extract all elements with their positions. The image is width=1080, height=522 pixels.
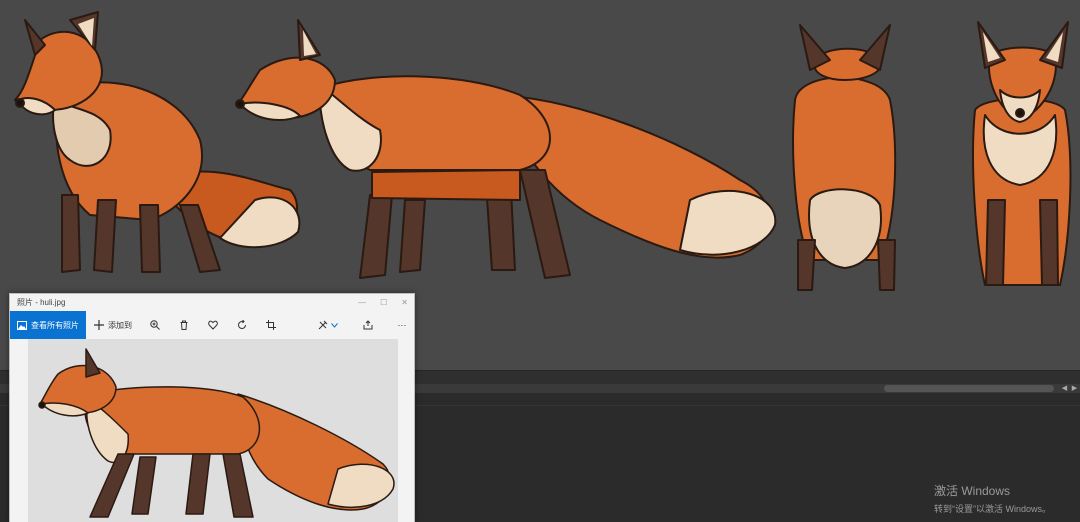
screen: ◀ ▶ 照片 - huli.jpg — ☐ ✕ 查看所有照片 添加到 ··· 激… <box>0 0 1080 522</box>
fox-back <box>792 24 897 291</box>
share-icon <box>363 320 373 330</box>
see-all-photos-button[interactable]: 查看所有照片 <box>10 311 86 339</box>
scroll-left-icon[interactable]: ◀ <box>1060 384 1069 393</box>
window-controls: — ☐ ✕ <box>358 294 408 311</box>
share-button[interactable] <box>360 311 376 339</box>
fox-three-quarter <box>14 11 301 273</box>
heart-icon <box>208 320 218 330</box>
maximize-button[interactable]: ☐ <box>380 298 387 307</box>
watermark-subtitle: 转到“设置”以激活 Windows。 <box>934 504 1052 514</box>
rotate-button[interactable] <box>234 311 250 339</box>
photos-window: 照片 - huli.jpg — ☐ ✕ 查看所有照片 添加到 ··· <box>9 293 415 522</box>
favorite-button[interactable] <box>205 311 221 339</box>
close-button[interactable]: ✕ <box>401 298 408 307</box>
photos-toolbar: 查看所有照片 添加到 ··· <box>10 311 414 339</box>
horizontal-scrollbar[interactable] <box>884 385 1054 392</box>
add-to-button[interactable]: 添加到 <box>94 320 132 331</box>
add-to-label: 添加到 <box>108 320 132 330</box>
plus-icon <box>94 320 104 330</box>
fox-side <box>235 19 777 279</box>
more-button[interactable]: ··· <box>394 311 410 339</box>
crop-icon <box>266 320 276 330</box>
activate-windows-watermark: 激活 Windows 转到“设置”以激活 Windows。 <box>934 482 1051 515</box>
chevron-down-icon <box>331 322 338 328</box>
zoom-in-icon <box>150 320 160 330</box>
crop-button[interactable] <box>263 311 279 339</box>
edit-icon <box>318 320 328 330</box>
image-icon <box>17 320 27 330</box>
fox-photo <box>38 348 395 518</box>
more-icon: ··· <box>397 320 407 330</box>
delete-button[interactable] <box>176 311 192 339</box>
photo-image[interactable] <box>28 339 398 522</box>
rotate-icon <box>238 320 246 329</box>
photo-area <box>10 339 414 522</box>
see-all-photos-label: 查看所有照片 <box>31 320 79 330</box>
zoom-button[interactable] <box>147 311 163 339</box>
scroll-right-icon[interactable]: ▶ <box>1070 384 1079 393</box>
watermark-title: 激活 Windows <box>934 484 1011 498</box>
window-titlebar[interactable]: 照片 - huli.jpg — ☐ ✕ <box>10 294 414 311</box>
edit-create-button[interactable] <box>316 311 340 339</box>
fox-front <box>972 21 1072 286</box>
minimize-button[interactable]: — <box>358 298 366 307</box>
delete-icon <box>180 320 188 330</box>
window-title: 照片 - huli.jpg <box>17 298 66 307</box>
